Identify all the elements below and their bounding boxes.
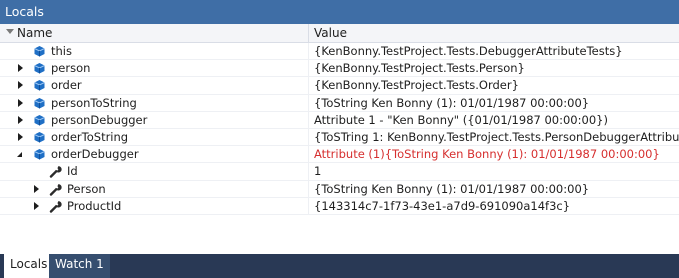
value-cell[interactable]: {ToSTring 1: KenBonny.TestProject.Tests.… xyxy=(308,128,679,146)
variable-name: personToString xyxy=(51,95,137,110)
name-cell: this xyxy=(0,43,307,60)
value-cell[interactable]: {ToString Ken Bonny (1): 01/01/1987 00:0… xyxy=(308,180,679,198)
table-row[interactable]: Person {ToString Ken Bonny (1): 01/01/19… xyxy=(0,180,679,198)
variable-name: ProductId xyxy=(67,198,122,213)
tool-window-tabs: Locals Watch 1 xyxy=(0,254,679,278)
name-cell: ProductId xyxy=(0,198,307,215)
expand-arrow-icon[interactable] xyxy=(32,184,41,194)
object-cube-icon xyxy=(34,131,45,143)
variable-name: Person xyxy=(67,181,106,196)
variable-name: order xyxy=(51,78,82,93)
name-cell: orderDebugger xyxy=(0,146,307,163)
value-cell[interactable]: {KenBonny.TestProject.Tests.Person} xyxy=(308,60,679,78)
table-row[interactable]: orderToString {ToSTring 1: KenBonny.Test… xyxy=(0,128,679,147)
object-cube-icon xyxy=(34,80,45,91)
name-cell: person xyxy=(0,60,307,77)
expand-arrow-icon[interactable] xyxy=(16,81,25,90)
name-cell: personDebugger xyxy=(0,112,307,129)
object-cube-icon xyxy=(34,46,45,57)
variable-name: personDebugger xyxy=(51,112,148,127)
name-cell: Person xyxy=(0,181,307,198)
value-cell[interactable]: {143314c7-1f73-43e1-a7d9-691090a14f3c} xyxy=(308,197,679,215)
name-cell: Id xyxy=(0,163,307,180)
collapse-arrow-icon[interactable] xyxy=(16,150,25,159)
wrench-icon xyxy=(49,200,62,213)
table-row[interactable]: orderDebugger Attribute (1){ToString Ken… xyxy=(0,146,679,164)
sort-arrow-icon[interactable] xyxy=(6,29,14,34)
variable-name: orderToString xyxy=(51,129,129,144)
table-row[interactable]: this {KenBonny.TestProject.Tests.Debugge… xyxy=(0,43,679,61)
locals-tree: this {KenBonny.TestProject.Tests.Debugge… xyxy=(0,43,679,215)
wrench-icon xyxy=(49,183,62,196)
column-header-name[interactable]: Name xyxy=(17,24,307,43)
expand-arrow-icon[interactable] xyxy=(16,98,25,108)
expand-arrow-icon[interactable] xyxy=(16,64,25,73)
table-row[interactable]: personDebugger Attribute 1 - "Ken Bonny"… xyxy=(0,111,679,129)
value-cell[interactable]: {ToString Ken Bonny (1): 01/01/1987 00:0… xyxy=(308,94,679,112)
object-cube-icon xyxy=(34,114,45,126)
variable-name: this xyxy=(51,44,72,58)
tab-locals[interactable]: Locals xyxy=(4,254,54,278)
object-cube-icon xyxy=(34,63,45,74)
tab-watch-1[interactable]: Watch 1 xyxy=(49,254,110,278)
variable-name: orderDebugger xyxy=(51,147,139,162)
wrench-icon xyxy=(49,166,62,179)
name-cell: orderToString xyxy=(0,129,307,146)
value-cell[interactable]: {KenBonny.TestProject.Tests.Order} xyxy=(308,77,679,95)
variable-name: Id xyxy=(67,164,78,179)
locals-panel: Name Value this {KenBonny.TestProject.Te… xyxy=(0,24,679,254)
object-cube-icon xyxy=(34,97,45,109)
column-header-value[interactable]: Value xyxy=(308,24,679,43)
table-row[interactable]: order {KenBonny.TestProject.Tests.Order} xyxy=(0,77,679,95)
value-cell[interactable]: 1 xyxy=(308,163,679,181)
expand-arrow-icon[interactable] xyxy=(16,115,25,125)
value-cell[interactable]: Attribute 1 - "Ken Bonny" ({01/01/1987 0… xyxy=(308,111,679,129)
table-row[interactable]: ProductId {143314c7-1f73-43e1-a7d9-69109… xyxy=(0,197,679,215)
column-header: Name Value xyxy=(0,24,679,43)
value-cell[interactable]: Attribute (1){ToString Ken Bonny (1): 01… xyxy=(308,146,679,164)
variable-name: person xyxy=(51,61,91,76)
name-cell: personToString xyxy=(0,95,307,112)
table-row[interactable]: Id 1 xyxy=(0,163,679,181)
table-row[interactable]: personToString {ToString Ken Bonny (1): … xyxy=(0,94,679,112)
name-cell: order xyxy=(0,77,307,94)
expand-arrow-icon[interactable] xyxy=(16,132,25,142)
window-title: Locals xyxy=(0,0,679,24)
table-row[interactable]: person {KenBonny.TestProject.Tests.Perso… xyxy=(0,60,679,78)
expand-arrow-icon[interactable] xyxy=(32,201,41,211)
object-cube-icon xyxy=(34,149,45,160)
value-cell[interactable]: {KenBonny.TestProject.Tests.DebuggerAttr… xyxy=(308,43,679,60)
